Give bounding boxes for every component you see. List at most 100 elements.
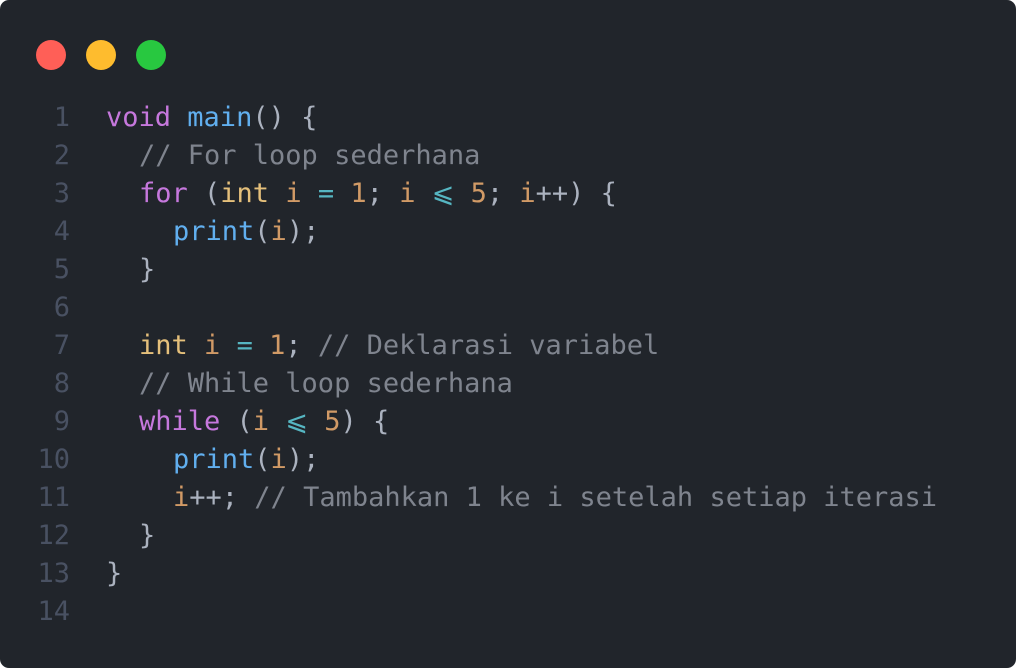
line-number: 2 [53, 140, 70, 171]
code-token: } [139, 254, 156, 285]
line-number: 12 [37, 520, 70, 551]
code-token: main [187, 102, 253, 133]
line-source: i++; // Tambahkan 1 ke i setelah setiap … [70, 479, 937, 517]
code-token: i [399, 178, 416, 209]
line-number: 11 [37, 482, 70, 513]
code-token: 5 [324, 406, 341, 437]
line-source: while (i ⩽ 5) { [70, 403, 389, 441]
code-line: 6 [0, 289, 1016, 327]
minimize-button[interactable] [86, 40, 116, 70]
code-token: } [106, 558, 123, 589]
code-token: i [285, 178, 302, 209]
code-line: 9 while (i ⩽ 5) { [0, 403, 1016, 441]
code-line: 4 print(i); [0, 213, 1016, 251]
code-token: for [139, 178, 188, 209]
code-token: ⩽ [285, 406, 308, 437]
code-token: print [173, 444, 255, 475]
code-token: } [139, 520, 156, 551]
code-token: () { [252, 102, 318, 133]
line-number: 1 [53, 102, 70, 133]
line-number: 14 [37, 596, 70, 627]
code-token: ; [366, 178, 400, 209]
code-token: ⩽ [431, 178, 455, 209]
code-token: i [270, 216, 287, 247]
code-token: void [106, 102, 172, 133]
code-token: int [139, 330, 188, 361]
line-source: void main() { [70, 99, 317, 137]
line-source: // While loop sederhana [70, 365, 513, 403]
code-token: 5 [470, 178, 487, 209]
line-number: 7 [53, 330, 70, 361]
code-line: 8 // While loop sederhana [0, 365, 1016, 403]
code-token: ( [254, 444, 271, 475]
line-number: 10 [37, 444, 70, 475]
code-token: ; [486, 178, 520, 209]
code-window: 1 void main() {2// For loop sederhana 3 for… [0, 0, 1016, 668]
code-token: 1 [269, 330, 286, 361]
code-token: ( [220, 406, 253, 437]
code-token: // Tambahkan 1 ke i setelah setiap itera… [254, 482, 938, 513]
code-token: ); [286, 444, 320, 475]
code-editor[interactable]: 1 void main() {2// For loop sederhana 3 for… [0, 99, 1016, 631]
line-source: for (int i = 1; i ⩽ 5; i++) { [70, 175, 617, 213]
code-line: 5} [0, 251, 1016, 289]
code-line: 1 void main() { [0, 99, 1016, 137]
code-line: 12} [0, 517, 1016, 555]
code-token: while [139, 406, 221, 437]
code-token: ); [286, 216, 320, 247]
code-line: 11 i++; // Tambahkan 1 ke i setelah setia… [0, 479, 1016, 517]
code-token: // Deklarasi variabel [317, 330, 660, 361]
line-source: } [70, 251, 155, 289]
code-token: ++; [189, 482, 255, 513]
code-line: 7 int i = 1; // Deklarasi variabel [0, 327, 1016, 365]
line-number: 6 [53, 292, 70, 323]
code-token: i [204, 330, 221, 361]
line-number: 9 [53, 406, 70, 437]
code-line: 2 // For loop sederhana [0, 137, 1016, 175]
code-token: i [519, 178, 536, 209]
code-token: print [173, 216, 255, 247]
code-token: i [270, 444, 287, 475]
code-token: = [317, 178, 335, 209]
code-line: 10 print(i); [0, 441, 1016, 479]
line-source: } [70, 555, 122, 593]
line-source: print(i); [70, 213, 319, 251]
line-source: int i = 1; // Deklarasi variabel [70, 327, 659, 365]
code-token: 1 [350, 178, 367, 209]
code-token: ( [254, 216, 271, 247]
code-token: ( [187, 178, 221, 209]
close-button[interactable] [36, 40, 66, 70]
code-line: 14 [0, 593, 1016, 631]
line-source: } [70, 517, 155, 555]
code-token: ; [285, 330, 318, 361]
code-token: i [173, 482, 190, 513]
line-number: 13 [37, 558, 70, 589]
code-token: = [236, 330, 253, 361]
line-number: 8 [53, 368, 70, 399]
window-controls [36, 40, 166, 70]
code-line: 13} [0, 555, 1016, 593]
code-token: // For loop sederhana [139, 140, 481, 171]
line-source: print(i); [70, 441, 319, 479]
code-token: int [220, 178, 270, 209]
maximize-button[interactable] [136, 40, 166, 70]
line-number: 4 [53, 216, 70, 247]
code-token: i [252, 406, 270, 437]
code-line: 3 for (int i = 1; i ⩽ 5; i++) { [0, 175, 1016, 213]
code-token: // While loop sederhana [139, 368, 513, 399]
line-number: 3 [53, 178, 70, 209]
code-token: ++ [535, 178, 569, 209]
code-token: ) { [340, 406, 390, 437]
line-source: // For loop sederhana [70, 137, 480, 175]
line-number: 5 [53, 254, 70, 285]
